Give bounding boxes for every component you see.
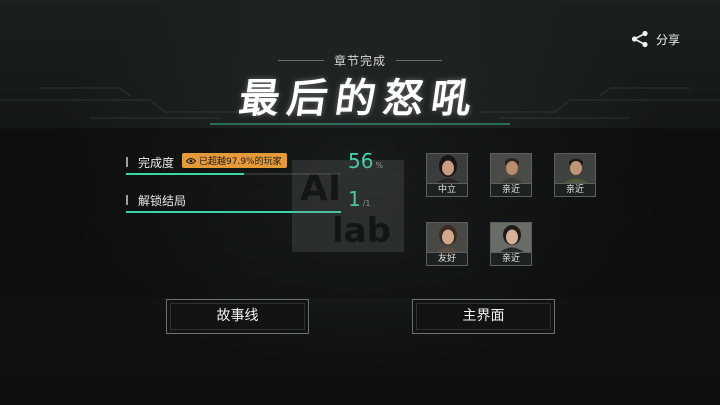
male-portrait-icon [555, 154, 595, 183]
male-portrait-icon [491, 154, 531, 183]
character-relation: 亲近 [490, 183, 532, 197]
character-card[interactable]: 亲近 [490, 153, 532, 197]
character-card[interactable]: 友好 [426, 222, 468, 266]
eye-icon [186, 157, 196, 164]
subtitle-divider-right [396, 60, 442, 61]
share-label: 分享 [655, 32, 680, 47]
stat-bullet [126, 157, 128, 167]
rank-badge: 已超越97.9%的玩家 [182, 153, 287, 168]
character-relation: 中立 [426, 183, 468, 197]
subtitle-divider-left [277, 60, 324, 61]
character-portrait [426, 222, 468, 252]
female-portrait-icon [427, 154, 467, 183]
svg-text:lab: lab [332, 211, 391, 251]
share-button[interactable]: 分享 [630, 30, 680, 48]
rank-badge-text: 已超越97.9%的玩家 [199, 157, 282, 167]
character-card[interactable]: 中立 [426, 153, 468, 197]
character-card[interactable]: 亲近 [490, 222, 532, 266]
storyline-button[interactable]: 故事线 [166, 299, 309, 334]
character-portrait [554, 153, 596, 183]
share-icon [631, 30, 648, 48]
female-portrait-icon [427, 223, 467, 252]
stat-bullet [126, 195, 128, 205]
character-relation: 亲近 [554, 183, 596, 197]
svg-text:AI: AI [300, 168, 341, 209]
main-menu-button[interactable]: 主界面 [412, 299, 555, 334]
character-portrait [490, 153, 532, 183]
character-portrait [490, 222, 532, 252]
ai-lab-watermark-logo: AI lab [292, 160, 404, 252]
character-relation: 亲近 [490, 252, 532, 266]
character-portrait [426, 153, 468, 183]
character-card[interactable]: 亲近 [554, 153, 596, 197]
female-portrait-icon [491, 223, 531, 252]
completion-label: 完成度 [138, 156, 175, 170]
chapter-title: 最后的怒吼 [236, 76, 483, 122]
endings-label: 解锁结局 [138, 194, 187, 208]
completion-progress-fill [126, 173, 244, 175]
chapter-complete-screen: 分享 章节完成 最后的怒吼 完成度 已超越97.9%的玩家 56% 解锁结局 1… [0, 0, 720, 405]
character-relation: 友好 [426, 252, 468, 266]
